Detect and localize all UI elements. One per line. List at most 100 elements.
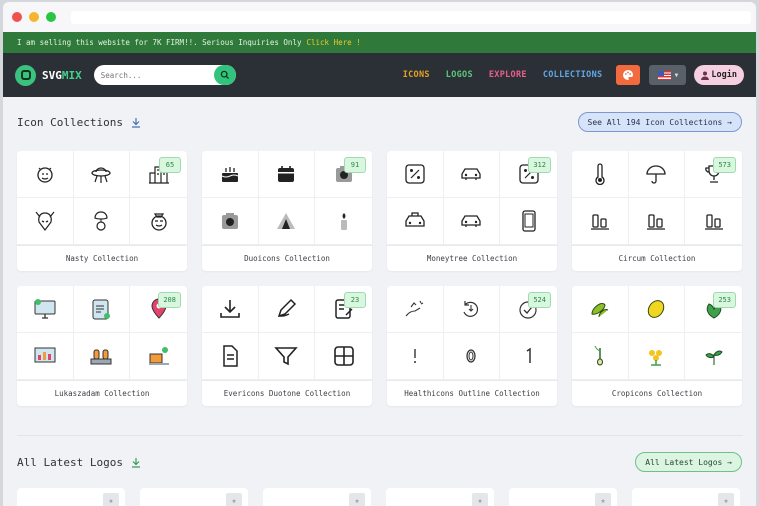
icon-cell[interactable] bbox=[130, 333, 187, 380]
icon-cell[interactable] bbox=[572, 198, 629, 245]
icon-cell[interactable] bbox=[443, 286, 501, 333]
icon-cell[interactable] bbox=[73, 151, 131, 198]
search-button[interactable] bbox=[213, 65, 236, 85]
icon-cell[interactable] bbox=[572, 333, 629, 380]
icon-cell[interactable] bbox=[202, 286, 259, 333]
address-bar[interactable] bbox=[71, 10, 751, 24]
login-button[interactable]: Login bbox=[694, 65, 744, 85]
collection-card[interactable]: Moneytree Collection 312 bbox=[387, 151, 557, 271]
collection-name[interactable]: Circum Collection bbox=[572, 246, 742, 271]
exclamation-icon bbox=[413, 349, 416, 363]
collection-count-badge: 65 bbox=[159, 157, 181, 173]
download-arrow-icon[interactable] bbox=[131, 117, 141, 128]
collection-count-badge: 573 bbox=[713, 157, 736, 173]
align-icon bbox=[590, 214, 609, 230]
nav-logos[interactable]: LOGOS bbox=[446, 70, 473, 80]
icons-section-title: Icon Collections bbox=[17, 116, 141, 129]
collection-card[interactable]: Cropicons Collection 253 bbox=[572, 286, 742, 406]
collection-card[interactable]: Duoicons Collection 91 bbox=[202, 151, 372, 271]
search-input[interactable] bbox=[100, 70, 211, 80]
collection-count-badge: 23 bbox=[344, 292, 366, 308]
icon-cell[interactable] bbox=[17, 151, 74, 198]
star-icon[interactable]: ★ bbox=[349, 493, 365, 506]
logo-card[interactable]: ★ bbox=[509, 488, 617, 506]
logo-card[interactable]: ★ bbox=[386, 488, 494, 506]
nav-icons[interactable]: ICONS bbox=[403, 70, 430, 80]
site-logo[interactable]: SVGMIX bbox=[15, 64, 82, 86]
icons-section-header: Icon Collections See All 194 Icon Collec… bbox=[3, 112, 756, 132]
logo-card[interactable]: ★ bbox=[263, 488, 371, 506]
collection-name[interactable]: Cropicons Collection bbox=[572, 381, 742, 406]
icon-cell[interactable] bbox=[315, 198, 372, 245]
filter-icon bbox=[274, 347, 299, 366]
icon-cell[interactable] bbox=[387, 333, 444, 380]
icon-cell[interactable] bbox=[202, 151, 259, 198]
icon-cell[interactable] bbox=[628, 333, 686, 380]
logo-card[interactable]: ★ bbox=[632, 488, 740, 506]
icon-cell[interactable] bbox=[628, 286, 686, 333]
icon-cell[interactable] bbox=[387, 151, 444, 198]
collection-card[interactable]: Nasty Collection 65 bbox=[17, 151, 187, 271]
icon-cell[interactable] bbox=[258, 151, 316, 198]
icon-cell[interactable] bbox=[443, 198, 501, 245]
icon-cell[interactable] bbox=[17, 198, 74, 245]
star-icon[interactable]: ★ bbox=[226, 493, 242, 506]
browser-window: I am selling this website for 7K FIRM!!.… bbox=[3, 2, 756, 506]
download-arrow-icon[interactable] bbox=[131, 457, 141, 468]
collection-card[interactable]: Lukaszadam Collection 208 bbox=[17, 286, 187, 406]
icon-cell[interactable] bbox=[443, 151, 501, 198]
star-icon[interactable]: ★ bbox=[595, 493, 611, 506]
logo-card[interactable]: ★ bbox=[140, 488, 248, 506]
icon-cell[interactable] bbox=[572, 151, 629, 198]
icon-cell[interactable] bbox=[685, 198, 742, 245]
collection-name[interactable]: Healthicons Outline Collection bbox=[387, 381, 557, 406]
icon-cell[interactable] bbox=[685, 333, 742, 380]
icon-cell[interactable] bbox=[258, 198, 316, 245]
icon-cell[interactable] bbox=[202, 198, 259, 245]
icon-cell[interactable] bbox=[73, 333, 131, 380]
minimize-dot[interactable] bbox=[29, 12, 39, 22]
icon-cell[interactable] bbox=[387, 198, 444, 245]
logo-card[interactable]: ★ bbox=[17, 488, 125, 506]
see-all-collections-button[interactable]: See All 194 Icon Collections → bbox=[577, 112, 742, 132]
star-icon[interactable]: ★ bbox=[472, 493, 488, 506]
nav-collections[interactable]: COLLECTIONS bbox=[543, 70, 603, 80]
banner-link[interactable]: Click Here ! bbox=[306, 38, 360, 47]
icon-cell[interactable] bbox=[572, 286, 629, 333]
icon-cell[interactable] bbox=[17, 286, 74, 333]
icon-cell[interactable] bbox=[628, 198, 686, 245]
icon-cell[interactable] bbox=[387, 286, 444, 333]
star-icon[interactable]: ★ bbox=[103, 493, 119, 506]
collection-name[interactable]: Moneytree Collection bbox=[387, 246, 557, 271]
collection-card[interactable]: Evericons Duotone Collection 23 bbox=[202, 286, 372, 406]
icon-cell[interactable] bbox=[500, 198, 557, 245]
collection-card[interactable]: Healthicons Outline Collection 524 bbox=[387, 286, 557, 406]
collection-count-badge: 91 bbox=[344, 157, 366, 173]
all-latest-logos-button[interactable]: All Latest Logos → bbox=[635, 452, 742, 472]
icon-cell[interactable] bbox=[17, 333, 74, 380]
collection-name[interactable]: Lukaszadam Collection bbox=[17, 381, 187, 406]
icon-cell[interactable] bbox=[202, 333, 259, 380]
close-dot[interactable] bbox=[12, 12, 22, 22]
icon-cell[interactable] bbox=[73, 198, 131, 245]
icon-cell[interactable] bbox=[628, 151, 686, 198]
collection-name[interactable]: Nasty Collection bbox=[17, 246, 187, 271]
collection-name[interactable]: Evericons Duotone Collection bbox=[202, 381, 372, 406]
maximize-dot[interactable] bbox=[46, 12, 56, 22]
language-selector[interactable]: ▼ bbox=[649, 65, 687, 85]
icon-cell[interactable] bbox=[315, 333, 372, 380]
refresh-icon bbox=[463, 301, 479, 317]
icon-cell[interactable] bbox=[130, 198, 187, 245]
icon-cell[interactable] bbox=[73, 286, 131, 333]
icon-cell[interactable] bbox=[258, 286, 316, 333]
collection-name[interactable]: Duoicons Collection bbox=[202, 246, 372, 271]
nav-explore[interactable]: EXPLORE bbox=[489, 70, 527, 80]
collection-card[interactable]: Circum Collection 573 bbox=[572, 151, 742, 271]
world-icon bbox=[151, 213, 167, 231]
icon-cell[interactable] bbox=[258, 333, 316, 380]
theme-button[interactable] bbox=[616, 65, 641, 85]
star-icon[interactable]: ★ bbox=[718, 493, 734, 506]
icon-cell[interactable] bbox=[500, 333, 557, 380]
lemon-icon bbox=[648, 300, 665, 318]
icon-cell[interactable] bbox=[443, 333, 501, 380]
